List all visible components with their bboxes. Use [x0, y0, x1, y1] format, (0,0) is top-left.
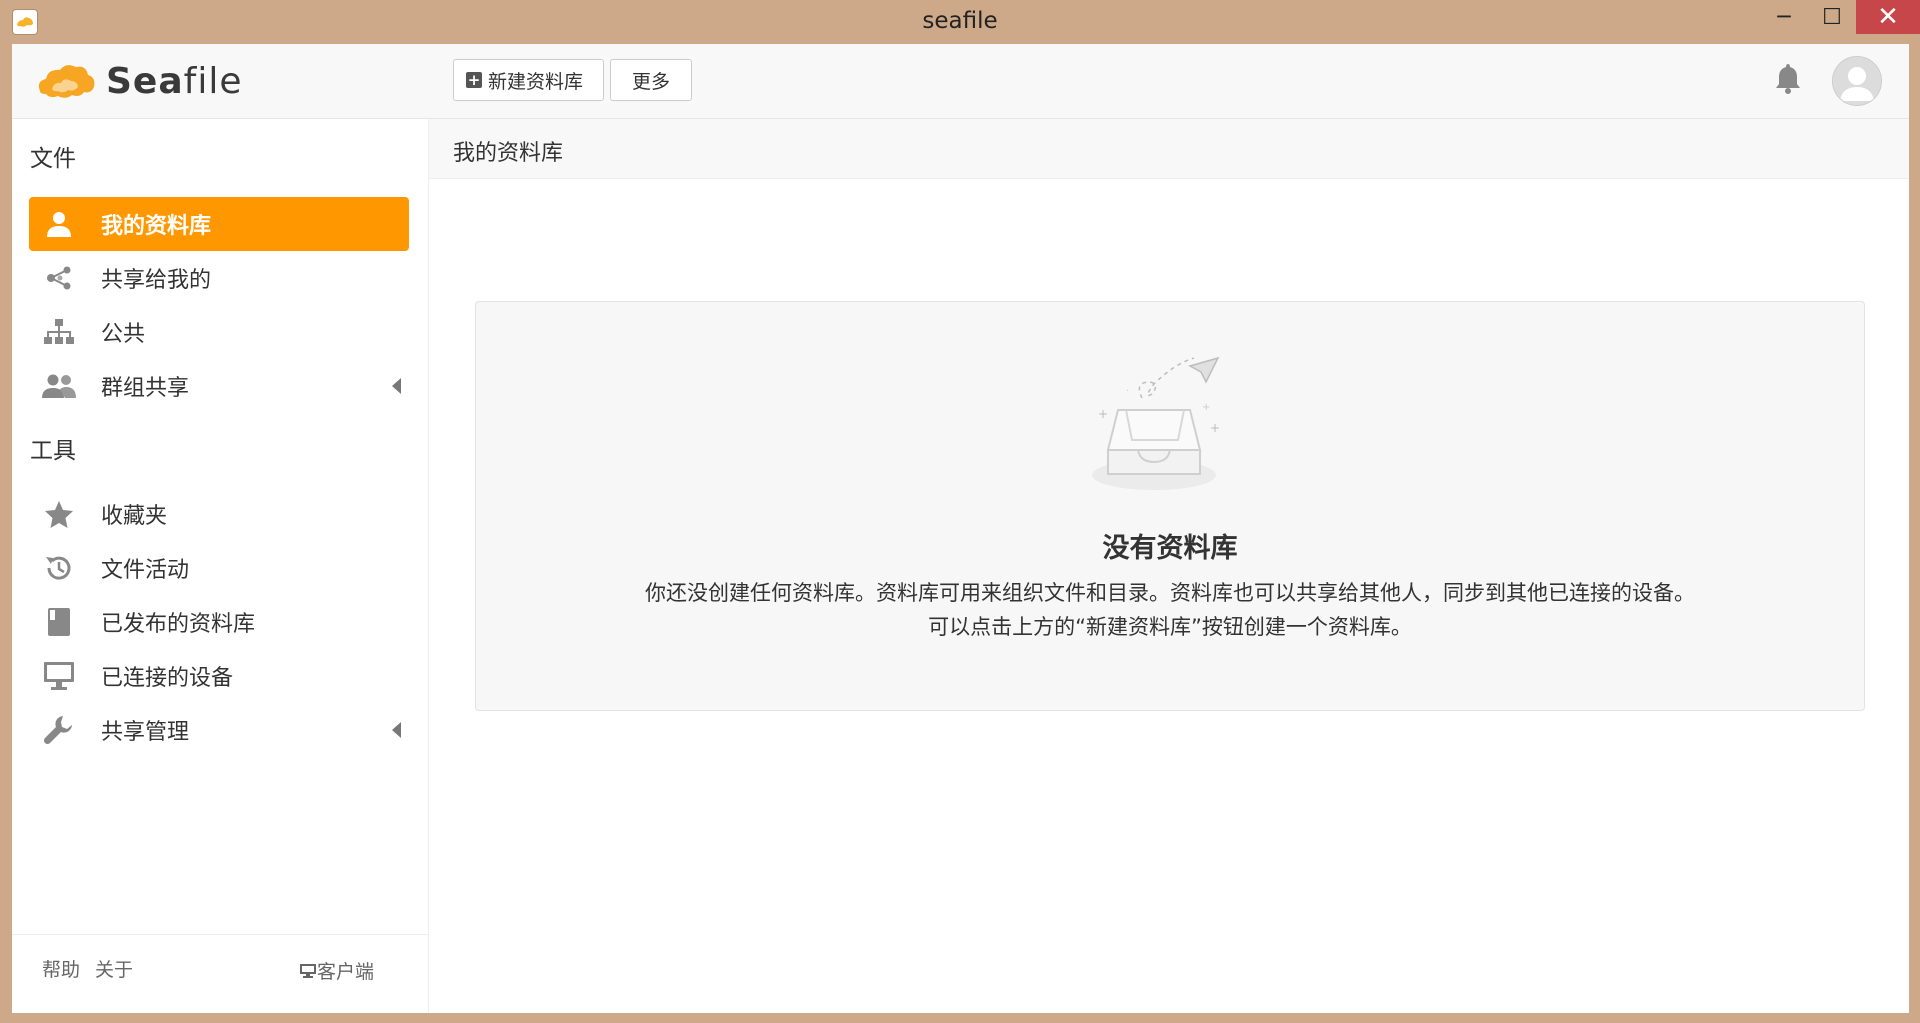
top-header: Seafile + 新建资料库 更多: [12, 44, 1909, 119]
empty-state-line-2: 可以点击上方的“新建资料库”按钮创建一个资料库。: [928, 615, 1412, 639]
svg-text:+: +: [1202, 402, 1210, 413]
new-library-label: 新建资料库: [488, 70, 584, 93]
sidebar-item-public[interactable]: 公共: [29, 305, 409, 359]
close-icon: ✕: [1877, 2, 1899, 32]
group-icon: [39, 372, 79, 400]
sidebar-item-shared-with-me[interactable]: 共享给我的: [29, 251, 409, 305]
main-content: 我的资料库 + + + · 没有资料库 你还没创建任何资料库。资料库可用来组织文…: [429, 119, 1909, 1013]
client-label: 客户端: [317, 961, 375, 983]
history-icon: [39, 553, 79, 583]
svg-text:·: ·: [1126, 386, 1129, 397]
caret-left-icon[interactable]: [392, 378, 401, 394]
sidebar-item-linked-devices[interactable]: 已连接的设备: [29, 649, 409, 703]
org-chart-icon: [39, 318, 79, 346]
monitor-icon: [39, 661, 79, 691]
book-icon: [39, 607, 79, 637]
sidebar-item-label: 共享给我的: [101, 268, 212, 293]
empty-state-line-1: 你还没创建任何资料库。资料库可用来组织文件和目录。资料库也可以共享给其他人，同步…: [645, 581, 1695, 605]
plus-square-icon: +: [466, 71, 482, 89]
window-title: seafile: [922, 8, 998, 34]
svg-text:+: +: [1210, 421, 1220, 435]
help-link[interactable]: 帮助: [42, 955, 80, 982]
sidebar-item-published-libraries[interactable]: 已发布的资料库: [29, 595, 409, 649]
avatar[interactable]: [1832, 56, 1882, 106]
close-button[interactable]: ✕: [1856, 0, 1920, 34]
star-icon: [39, 500, 79, 528]
minimize-button[interactable]: ─: [1760, 0, 1808, 34]
svg-text:+: +: [1098, 407, 1108, 421]
logo-text: Seafile: [106, 60, 243, 102]
sidebar-item-favorites[interactable]: 收藏夹: [29, 487, 409, 541]
more-button[interactable]: 更多: [610, 59, 692, 101]
window-titlebar: seafile ─ ☐ ✕: [0, 0, 1920, 44]
sidebar-item-label: 文件活动: [101, 558, 190, 583]
tools-heading: 工具: [30, 438, 76, 464]
monitor-icon: [300, 963, 316, 978]
sidebar-item-share-admin[interactable]: 共享管理: [29, 703, 409, 757]
sidebar-item-label: 我的资料库: [101, 214, 212, 239]
empty-inbox-illustration-icon: + + + ·: [1086, 350, 1236, 504]
wrench-icon: [39, 714, 79, 746]
sidebar-item-groups[interactable]: 群组共享: [29, 359, 409, 413]
sidebar-item-file-activities[interactable]: 文件活动: [29, 541, 409, 595]
seafile-logo[interactable]: Seafile: [34, 54, 242, 108]
sidebar-footer: 帮助 关于 客户端: [12, 934, 428, 1013]
app-client: Seafile + 新建资料库 更多 文件 我的资料库 共享给我的 公共 群组共…: [12, 44, 1909, 1013]
sidebar-item-label: 公共: [101, 322, 146, 347]
sidebar-item-label: 已连接的设备: [101, 666, 234, 691]
bell-icon[interactable]: [1774, 62, 1802, 98]
empty-state-description: 你还没创建任何资料库。资料库可用来组织文件和目录。资料库也可以共享给其他人，同步…: [476, 576, 1864, 644]
maximize-button[interactable]: ☐: [1808, 0, 1856, 34]
sidebar-item-label: 共享管理: [101, 720, 190, 745]
share-icon: [39, 264, 79, 292]
client-link[interactable]: 客户端: [299, 957, 374, 984]
maximize-icon: ☐: [1822, 4, 1842, 30]
new-library-button[interactable]: + 新建资料库: [453, 59, 604, 101]
about-link[interactable]: 关于: [95, 955, 133, 982]
sidebar: 文件 我的资料库 共享给我的 公共 群组共享 工具 收藏夹 文件活动 已发布的资…: [12, 119, 429, 1013]
sidebar-item-my-libraries[interactable]: 我的资料库: [29, 197, 409, 251]
sidebar-item-label: 收藏夹: [101, 504, 168, 529]
minimize-icon: ─: [1777, 4, 1791, 30]
files-heading: 文件: [30, 146, 76, 172]
sidebar-item-label: 群组共享: [101, 376, 190, 401]
empty-state-panel: + + + · 没有资料库 你还没创建任何资料库。资料库可用来组织文件和目录。资…: [475, 301, 1865, 711]
seafile-logo-icon: [38, 65, 95, 98]
more-label: 更多: [631, 70, 670, 93]
empty-state-title: 没有资料库: [1102, 533, 1238, 564]
user-icon: [39, 210, 79, 238]
page-title: 我的资料库: [453, 141, 564, 166]
caret-left-icon[interactable]: [392, 722, 401, 738]
path-bar: 我的资料库: [429, 119, 1909, 179]
user-avatar-icon: [1833, 57, 1881, 105]
sidebar-item-label: 已发布的资料库: [101, 612, 256, 637]
